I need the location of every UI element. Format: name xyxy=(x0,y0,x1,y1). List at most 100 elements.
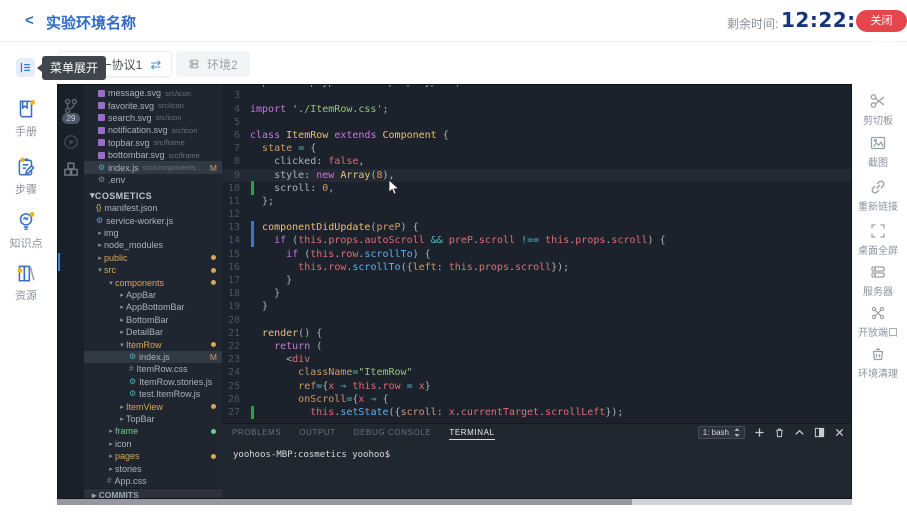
code-line-7[interactable]: 7 state = { xyxy=(222,142,852,155)
new-terminal-icon[interactable] xyxy=(754,427,765,438)
explorer-root-folder[interactable]: ▾COSMETICS xyxy=(84,189,222,202)
debug-icon[interactable] xyxy=(62,133,80,151)
tree-item[interactable]: ⚙ index.js M xyxy=(84,351,222,363)
vscode-editor[interactable]: 1import React, { Component } from 'react… xyxy=(222,85,852,423)
tree-item[interactable]: {} manifest.json xyxy=(84,202,222,214)
terminal-tab-output[interactable]: OUTPUT xyxy=(299,428,336,440)
split-terminal-icon[interactable] xyxy=(814,427,825,438)
twisty-icon: ▾ xyxy=(118,341,126,349)
twisty-icon: ▸ xyxy=(118,328,126,336)
tree-item[interactable]: ▸ DetailBar xyxy=(84,326,222,338)
tree-item[interactable]: ▸ stories xyxy=(84,462,222,474)
tree-item[interactable]: ▸ frame xyxy=(84,425,222,437)
code-line-16[interactable]: 16 this.row.scrollTo({left: this.props.s… xyxy=(222,261,852,274)
screenshot-icon xyxy=(852,134,904,152)
open-editor-item[interactable]: topbar.svg src/frame xyxy=(84,137,222,149)
open-editor-item[interactable]: favorite.svg src/icon xyxy=(84,99,222,111)
code-line-12[interactable]: 12 xyxy=(222,208,852,221)
tree-item[interactable]: ▾ components xyxy=(84,276,222,288)
code-line-17[interactable]: 17 } xyxy=(222,274,852,287)
tab2-label: 环境2 xyxy=(207,56,238,73)
left-rail-item-1[interactable]: 手册 xyxy=(0,98,52,139)
tree-item[interactable]: ▸ TopBar xyxy=(84,413,222,425)
tree-item[interactable]: ▸ icon xyxy=(84,438,222,450)
left-rail-item-3[interactable]: 知识点 xyxy=(0,210,52,251)
tree-item[interactable]: ▸ ItemView xyxy=(84,400,222,412)
right-rail-item-5[interactable]: 服务器 xyxy=(852,263,904,298)
right-rail-item-7[interactable]: 环境清理 xyxy=(852,345,904,380)
manual-icon xyxy=(0,98,52,120)
menu-expand-button[interactable] xyxy=(16,58,35,77)
tab-environment-2[interactable]: 环境2 xyxy=(176,51,250,77)
code-line-15[interactable]: 15 if (this.row.scrollTo) { xyxy=(222,248,852,261)
code-line-13[interactable]: 13 componentDidUpdate(preP) { xyxy=(222,221,852,234)
tree-item[interactable]: # App.css xyxy=(84,475,222,487)
scrollbar-thumb[interactable] xyxy=(57,499,632,505)
close-environment-button[interactable]: 关闭环境 xyxy=(856,10,907,32)
tree-item[interactable]: ▸ public xyxy=(84,252,222,264)
left-rail-item-4[interactable]: 资源 xyxy=(0,262,52,303)
code-line-18[interactable]: 18 } xyxy=(222,287,852,300)
right-rail-item-2[interactable]: 截图 xyxy=(852,134,904,169)
right-rail-item-4[interactable]: 桌面全屏 xyxy=(852,222,904,257)
tree-item[interactable]: ⚙ ItemRow.stories.js xyxy=(84,376,222,388)
code-line-14[interactable]: 14 if (this.props.autoScroll && preP.scr… xyxy=(222,234,852,247)
commits-section[interactable]: ▸ COMMITS xyxy=(84,488,222,499)
kill-terminal-icon[interactable] xyxy=(774,427,785,438)
tree-item[interactable]: # ItemRow.css xyxy=(84,363,222,375)
terminal-shell-select[interactable]: 1: bash xyxy=(698,426,745,439)
swap-protocol-icon[interactable]: ⇄ xyxy=(150,58,161,71)
terminal-tab-debug-console[interactable]: DEBUG CONSOLE xyxy=(354,428,432,440)
terminal-tab-problems[interactable]: PROBLEMS xyxy=(232,428,281,440)
git-modified-badge: M xyxy=(210,163,217,173)
code-line-22[interactable]: 22 return ( xyxy=(222,340,852,353)
code-line-6[interactable]: 6class ItemRow extends Component { xyxy=(222,129,852,142)
code-line-5[interactable]: 5 xyxy=(222,116,852,129)
tree-item[interactable]: ▾ ItemRow xyxy=(84,338,222,350)
tree-item[interactable]: ▸ AppBottomBar xyxy=(84,301,222,313)
code-line-10[interactable]: 10 scroll: 0, xyxy=(222,182,852,195)
left-rail-label: 手册 xyxy=(0,123,52,139)
tree-item[interactable]: ⚙ service-worker.js xyxy=(84,215,222,227)
horizontal-scrollbar[interactable] xyxy=(57,499,852,505)
tree-item[interactable]: ⚙ test.ItemRow.js xyxy=(84,388,222,400)
back-chevron-icon[interactable]: < xyxy=(25,12,34,29)
code-line-8[interactable]: 8 clicked: false, xyxy=(222,155,852,168)
tree-item[interactable]: ▸ img xyxy=(84,227,222,239)
tree-item[interactable]: ▸ AppBar xyxy=(84,289,222,301)
code-line-26[interactable]: 26 onScroll={x ⇒ { xyxy=(222,393,852,406)
code-line-11[interactable]: 11 }; xyxy=(222,195,852,208)
code-line-3[interactable]: 3 xyxy=(222,89,852,102)
left-rail-item-2[interactable]: 步骤 xyxy=(0,156,52,197)
terminal-prompt[interactable]: yoohoos-MBP:cosmetics yoohoo$ xyxy=(233,450,390,460)
open-editor-item[interactable]: message.svg src/icon xyxy=(84,87,222,99)
code-line-19[interactable]: 19 } xyxy=(222,300,852,313)
code-line-20[interactable]: 20 xyxy=(222,314,852,327)
maximize-panel-icon[interactable] xyxy=(794,427,805,438)
right-rail-item-3[interactable]: 重新链接 xyxy=(852,178,904,213)
close-panel-icon[interactable] xyxy=(834,427,845,438)
extensions-icon[interactable] xyxy=(62,161,80,179)
open-editor-item[interactable]: ⚙index.js src/components… M xyxy=(84,161,222,173)
code-line-24[interactable]: 24 className="ItemRow" xyxy=(222,366,852,379)
code-line-4[interactable]: 4import './ItemRow.css'; xyxy=(222,103,852,116)
right-rail-item-1[interactable]: 剪切板 xyxy=(852,92,904,127)
code-line-25[interactable]: 25 ref={x ⇒ this.row = x} xyxy=(222,380,852,393)
code-line-9[interactable]: 9 style: new Array(8), xyxy=(222,169,852,182)
open-editor-item[interactable]: ⚙.env xyxy=(84,174,222,186)
code-line-23[interactable]: 23 <div xyxy=(222,353,852,366)
tree-item[interactable]: ▾ src xyxy=(84,264,222,276)
code-line-27[interactable]: 27 this.setState({scroll: x.currentTarge… xyxy=(222,406,852,419)
tree-item[interactable]: ▸ pages xyxy=(84,450,222,462)
right-rail-label: 剪切板 xyxy=(852,112,904,127)
terminal-tab-terminal[interactable]: TERMINAL xyxy=(449,428,494,440)
vscode-explorer: message.svg src/icon favorite.svg src/ic… xyxy=(84,85,222,499)
menu-expand-icon xyxy=(19,61,32,74)
code-line-21[interactable]: 21 render() { xyxy=(222,327,852,340)
tree-item[interactable]: ▸ BottomBar xyxy=(84,314,222,326)
open-editor-item[interactable]: notification.svg src/icon xyxy=(84,124,222,136)
open-editor-item[interactable]: bottombar.svg src/frame xyxy=(84,149,222,161)
right-rail-item-6[interactable]: 开放端口 xyxy=(852,304,904,339)
open-editor-item[interactable]: search.svg src/icon xyxy=(84,112,222,124)
tree-item[interactable]: ▸ node_modules xyxy=(84,239,222,251)
